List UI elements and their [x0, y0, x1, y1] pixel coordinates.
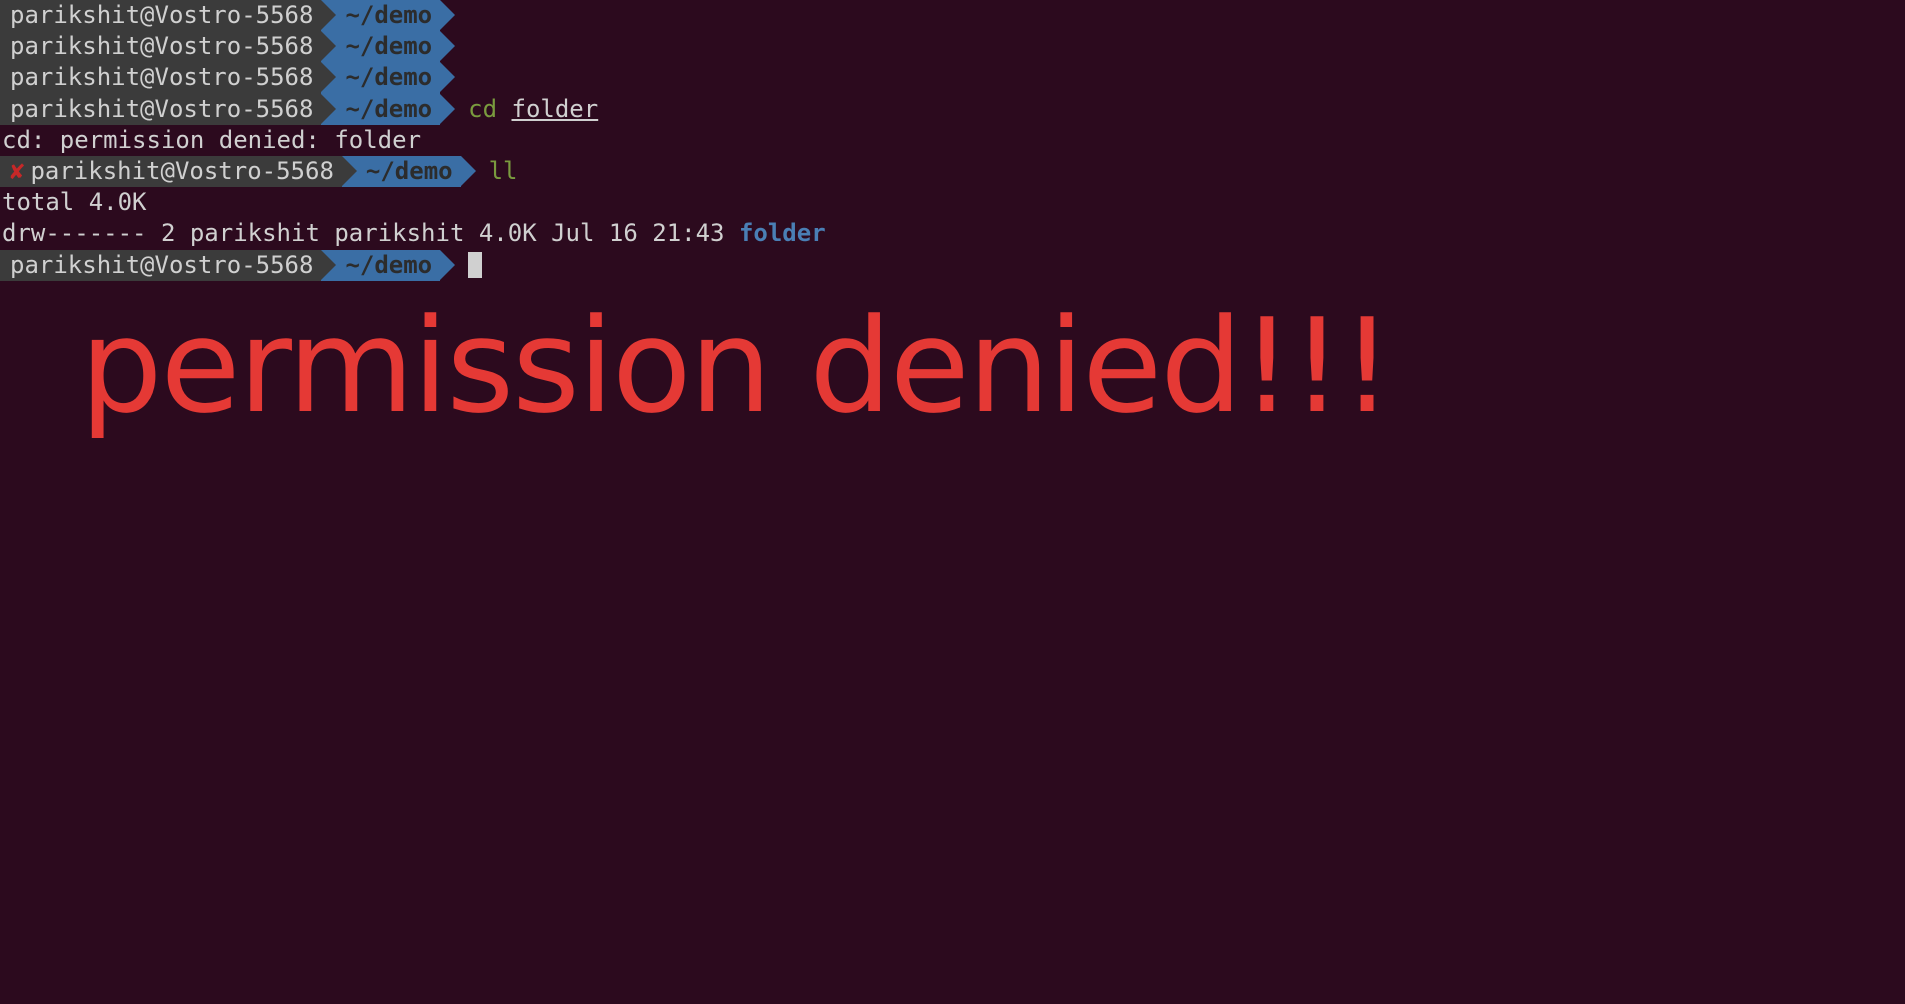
- command-area: ll: [489, 156, 518, 187]
- owner: parikshit: [190, 219, 320, 247]
- prompt-line-current[interactable]: parikshit@Vostro-5568 ~/demo: [0, 250, 1905, 281]
- path-text: ~/demo: [345, 250, 432, 281]
- command-name: cd: [468, 94, 497, 125]
- link-count: 2: [161, 219, 175, 247]
- path-segment: ~/demo: [321, 94, 440, 125]
- cursor-icon[interactable]: [468, 252, 482, 278]
- user-host-segment: parikshit@Vostro-5568: [0, 62, 321, 93]
- annotation-overlay: permission denied!!!: [80, 290, 1391, 442]
- ll-total-line: total 4.0K: [0, 187, 1905, 218]
- total-text: total 4.0K: [2, 188, 147, 216]
- date: Jul 16 21:43: [551, 219, 724, 247]
- path-text: ~/demo: [345, 0, 432, 31]
- user-host-segment: parikshit@Vostro-5568: [0, 94, 321, 125]
- user-host-text: parikshit@Vostro-5568: [10, 31, 313, 62]
- user-host-segment: parikshit@Vostro-5568: [0, 31, 321, 62]
- path-text: ~/demo: [345, 31, 432, 62]
- error-x-icon: ✘: [10, 156, 24, 187]
- user-host-text: parikshit@Vostro-5568: [10, 62, 313, 93]
- command-name: ll: [489, 156, 518, 187]
- prompt-line: parikshit@Vostro-5568 ~/demo cd folder: [0, 94, 1905, 125]
- folder-name: folder: [739, 219, 826, 247]
- path-text: ~/demo: [345, 94, 432, 125]
- command-arg: folder: [512, 94, 599, 125]
- error-output-line: cd: permission denied: folder: [0, 125, 1905, 156]
- path-segment: ~/demo: [321, 0, 440, 31]
- path-segment: ~/demo: [321, 250, 440, 281]
- size: 4.0K: [479, 219, 537, 247]
- user-host-text: parikshit@Vostro-5568: [10, 250, 313, 281]
- annotation-text: permission denied!!!: [80, 290, 1391, 442]
- path-segment: ~/demo: [321, 31, 440, 62]
- user-host-segment: ✘ parikshit@Vostro-5568: [0, 156, 342, 187]
- prompt-line-error: ✘ parikshit@Vostro-5568 ~/demo ll: [0, 156, 1905, 187]
- user-host-text: parikshit@Vostro-5568: [10, 94, 313, 125]
- prompt-line: parikshit@Vostro-5568 ~/demo: [0, 31, 1905, 62]
- path-text: ~/demo: [366, 156, 453, 187]
- user-host-segment: parikshit@Vostro-5568: [0, 0, 321, 31]
- path-text: ~/demo: [345, 62, 432, 93]
- user-host-text: parikshit@Vostro-5568: [30, 156, 333, 187]
- user-host-text: parikshit@Vostro-5568: [10, 0, 313, 31]
- perms: drw-------: [2, 219, 147, 247]
- prompt-line: parikshit@Vostro-5568 ~/demo: [0, 0, 1905, 31]
- group: parikshit: [334, 219, 464, 247]
- error-text: cd: permission denied: folder: [2, 126, 421, 154]
- terminal-output[interactable]: parikshit@Vostro-5568 ~/demo parikshit@V…: [0, 0, 1905, 281]
- prompt-line: parikshit@Vostro-5568 ~/demo: [0, 62, 1905, 93]
- path-segment: ~/demo: [342, 156, 461, 187]
- path-segment: ~/demo: [321, 62, 440, 93]
- command-area: cd folder: [468, 94, 598, 125]
- user-host-segment: parikshit@Vostro-5568: [0, 250, 321, 281]
- ll-entry-line: drw------- 2 parikshit parikshit 4.0K Ju…: [0, 218, 1905, 249]
